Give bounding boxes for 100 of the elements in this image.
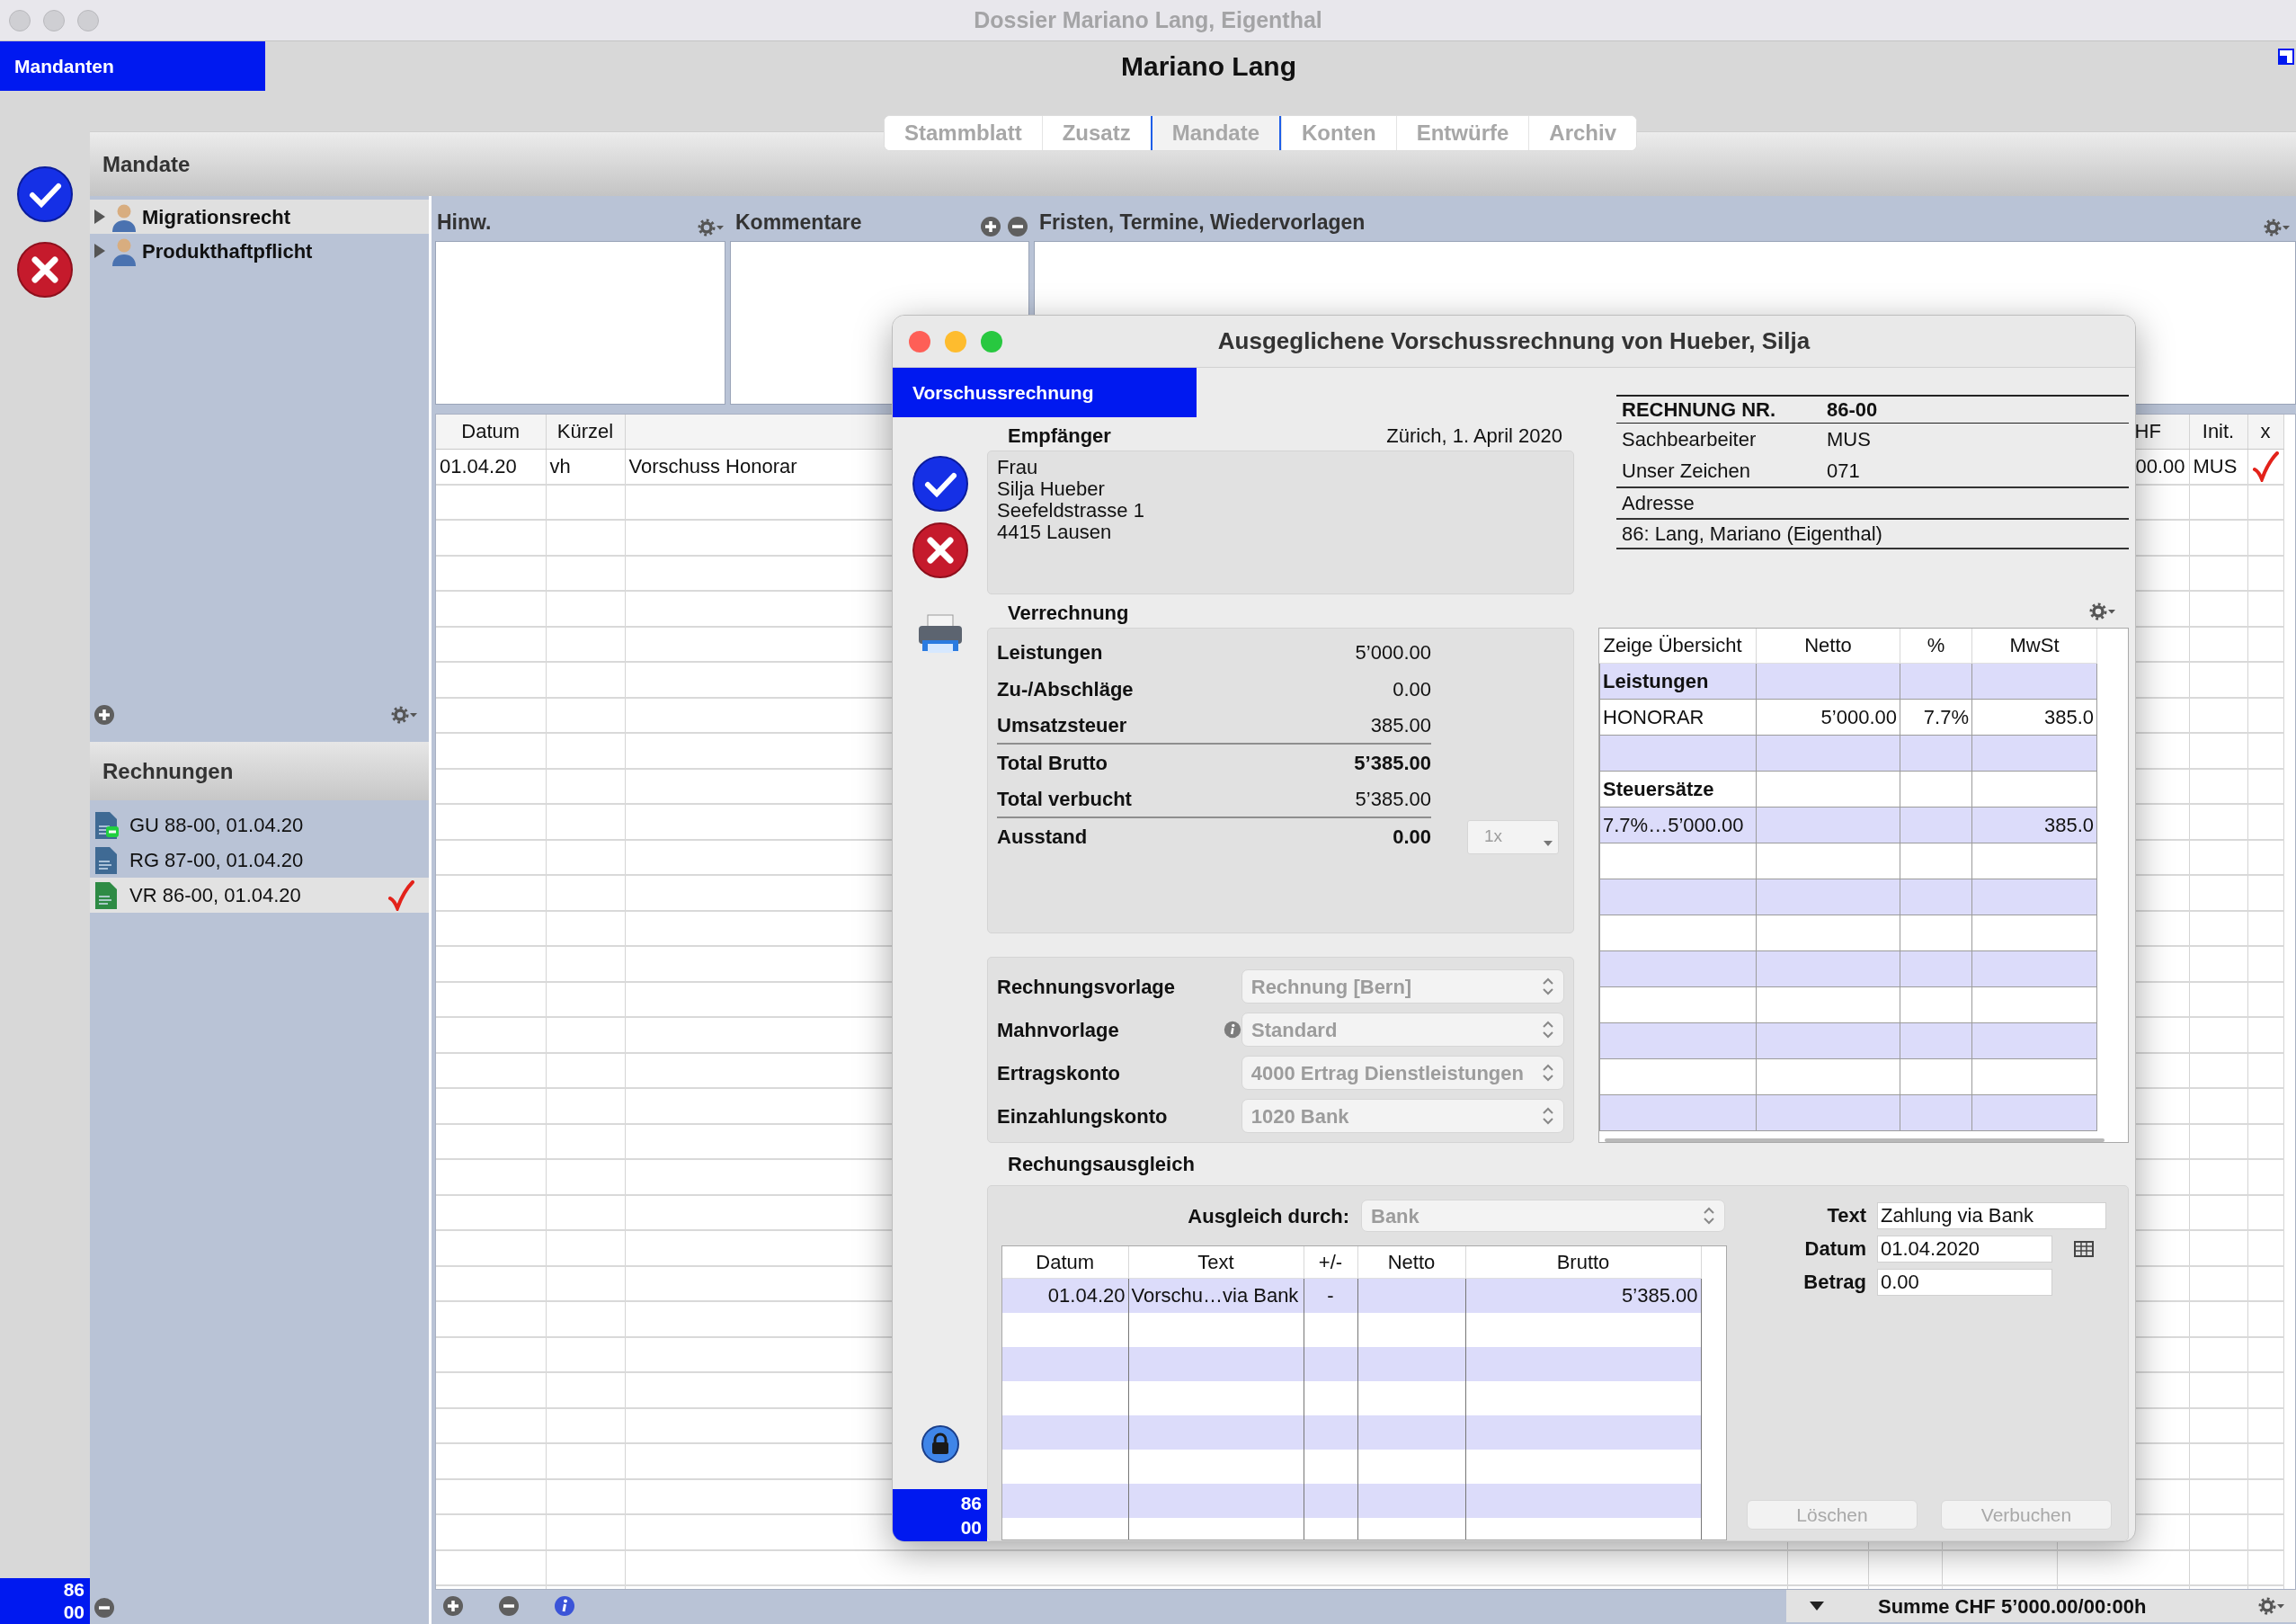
field-label: Zu-/Abschläge [997,677,1134,702]
list-item[interactable]: Produkthaftpflicht [90,234,429,268]
section-button[interactable]: Mandanten [0,41,265,91]
field-label: Ertragskonto [997,1060,1121,1086]
list-item[interactable]: GU 88-00, 01.04.20 [90,808,429,843]
remove-icon[interactable] [1007,216,1028,237]
field-label: Adresse [1622,491,1695,516]
column-header[interactable]: Netto [1357,1246,1465,1279]
settings-icon[interactable] [698,218,725,237]
table-cell: - [1304,1278,1357,1313]
status-text: Summe CHF 5’000.00/00:00h [1878,1593,2147,1620]
column-header[interactable]: Text [1128,1246,1304,1279]
section-title: Kommentare [735,209,862,236]
column-header[interactable]: Brutto [1465,1246,1701,1279]
input-field[interactable]: 01.04.2020 [1877,1235,2052,1263]
field-label: Betrag [1802,1270,1866,1295]
column-header[interactable]: Init. [2189,415,2247,449]
calendar-icon[interactable] [2074,1240,2094,1257]
field-label: RECHNUNG NR. [1622,397,1777,423]
list-item[interactable]: RG 87-00, 01.04.20 [90,843,429,878]
section-label: Verrechnung [1008,601,1129,626]
field-label: Total Brutto [997,751,1108,776]
remove-icon[interactable] [498,1595,520,1617]
field-value: 385.00 [1370,713,1431,738]
column-header[interactable]: Kürzel [546,415,625,449]
field-label: Ausgleich durch: [1187,1203,1349,1229]
table-cell: vh [546,449,625,485]
group-label: Leistungen [1599,663,1757,699]
list-item[interactable]: Migrationsrecht [90,200,429,234]
column-header[interactable]: Zeige Übersicht [1599,629,1757,663]
lock-icon[interactable] [920,1424,960,1464]
address-line: Seefeldstrasse 1 [997,500,1144,522]
client-name: Mariano Lang [1120,50,1297,83]
disclosure-icon[interactable] [93,209,106,225]
settings-icon[interactable] [2258,1596,2285,1616]
info-icon[interactable] [554,1595,575,1617]
field-label: Rechnungsvorlage [997,974,1177,1000]
column-header[interactable]: x [2247,415,2283,449]
section-label: Empfänger [1008,424,1111,449]
field-label: Leistungen [997,640,1103,665]
field-value: 5’000.00 [1355,640,1431,665]
table-cell: MUS [2189,449,2247,485]
field-value: 86: Lang, Mariano (Eigenthal) [1622,522,1882,547]
settings-icon[interactable] [2264,218,2291,237]
table-cell: 01.04.20 [1002,1278,1128,1313]
field-label: Einzahlungskonto [997,1103,1169,1129]
settings-icon[interactable] [391,705,418,725]
window-icon[interactable] [2278,49,2294,65]
group-label: Steuersätze [1599,771,1757,807]
column-header[interactable]: % [1900,629,1972,663]
window-title: Dossier Mariano Lang, Eigenthal [973,5,1323,34]
cancel-button[interactable] [911,522,969,579]
chevron-icon[interactable] [1703,1206,1715,1226]
field-value: MUS [1827,427,1871,452]
column-header[interactable]: MwSt [1971,629,2097,663]
record-number-text: 00 [62,1601,85,1623]
column-header[interactable]: Datum [1002,1246,1128,1279]
add-icon[interactable] [93,704,115,726]
field-label: Umsatzsteuer [997,713,1127,738]
remove-icon[interactable] [93,1597,115,1619]
list-item[interactable]: VR 86-00, 01.04.20 [90,878,429,913]
settings-icon[interactable] [2089,601,2116,621]
add-icon[interactable] [442,1595,464,1617]
confirm-button[interactable] [911,455,969,513]
document-icon [93,810,120,840]
place-date: Zürich, 1. April 2020 [1386,424,1562,449]
input-field[interactable]: 0.00 [1877,1268,2052,1296]
confirm-button[interactable] [16,165,74,223]
table-cell: 01.04.20 [436,449,546,485]
field-label: Ausstand [997,825,1088,850]
table-cell: 5’385.00 [1465,1278,1701,1313]
input-field[interactable]: Zahlung via Bank [1877,1201,2106,1229]
table-cell: HONORAR [1599,699,1757,735]
record-number-text: 00 [959,1516,982,1539]
field-value: 071 [1827,459,1860,484]
table-cell: 7.7% [1900,699,1972,735]
record-number-text: 86 [959,1492,982,1515]
panel-title: Rechnungen [90,742,429,800]
disclosure-icon[interactable] [93,243,106,259]
section-label: Rechungsausgleich [1008,1152,1195,1177]
add-icon[interactable] [980,216,1001,237]
field-value: 0.00 [1393,677,1431,702]
caret-icon[interactable] [1810,1602,1824,1611]
table-cell: 5’000.00 [1756,699,1900,735]
printer-icon[interactable] [916,613,964,655]
column-header[interactable]: Datum [436,415,546,449]
address-line: 4415 Lausen [997,522,1112,543]
section-title: Hinw. [437,209,492,236]
cancel-button[interactable] [16,241,74,299]
field-label: Datum [1803,1236,1866,1262]
column-header[interactable]: Netto [1756,629,1900,663]
field-value: 86-00 [1827,397,1878,423]
field-label: Unser Zeichen [1622,459,1752,484]
field-label: Text [1826,1203,1866,1228]
column-header[interactable]: +/- [1304,1246,1357,1279]
tab[interactable]: Vorschussrechnung [893,368,1197,417]
scrollbar[interactable] [1605,1138,2105,1142]
dialog-title: Ausgeglichene Vorschussrechnung von Hueber, Silja [1216,326,1811,356]
table-cell: 385.0 [1971,807,2097,843]
table-cell: 385.0 [1971,699,2097,735]
